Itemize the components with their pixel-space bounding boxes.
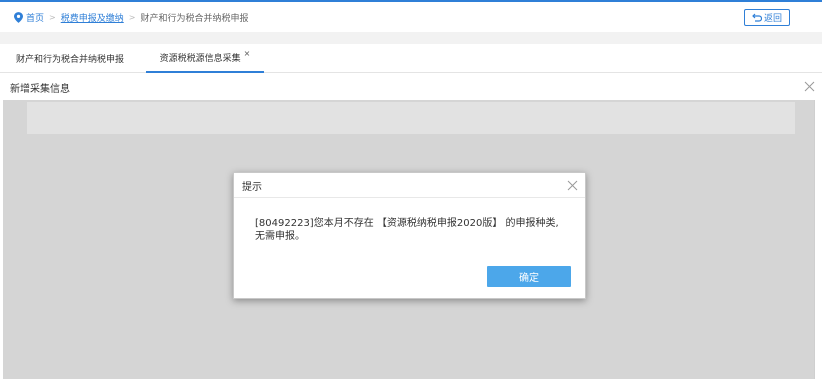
breadcrumb-home[interactable]: 首页 — [26, 11, 44, 24]
dialog-message: [80492223]您本月不存在 【资源税纳税申报2020版】 的申报种类, 无… — [255, 217, 575, 243]
tab-label: 财产和行为税合并纳税申报 — [16, 55, 125, 65]
breadcrumb: 首页 > 税费申报及缴纳 > 财产和行为税合并纳税申报 返回 — [0, 0, 822, 32]
breadcrumb-separator: > — [128, 12, 136, 22]
tab-close-icon[interactable]: × — [244, 49, 251, 58]
tab-property-tax-filing[interactable]: 财产和行为税合并纳税申报 — [16, 44, 124, 73]
breadcrumb-current: 财产和行为税合并纳税申报 — [140, 13, 249, 24]
close-icon[interactable] — [803, 80, 816, 93]
form-placeholder-strip — [27, 102, 795, 134]
return-arrow-icon — [752, 13, 762, 22]
tab-bar: 财产和行为税合并纳税申报 资源税税源信息采集 × — [0, 44, 822, 73]
dialog-title: 提示 — [242, 181, 262, 193]
panel-header: 新增采集信息 — [0, 74, 822, 100]
dialog-header: 提示 — [234, 173, 585, 198]
close-icon[interactable] — [567, 180, 578, 191]
scrollbar-track[interactable] — [814, 100, 822, 379]
dialog-message-line: 无需申报。 — [255, 231, 305, 242]
tab-resource-tax-collection[interactable]: 资源税税源信息采集 × — [146, 44, 264, 73]
header-gap — [0, 32, 822, 44]
alert-dialog: 提示 [80492223]您本月不存在 【资源税纳税申报2020版】 的申报种类… — [233, 172, 586, 299]
panel-title: 新增采集信息 — [10, 83, 70, 95]
breadcrumb-separator: > — [49, 12, 56, 22]
back-button-label: 返回 — [763, 14, 782, 24]
tab-label: 资源税税源信息采集 — [159, 54, 241, 64]
dialog-message-line: [80492223]您本月不存在 【资源税纳税申报2020版】 的申报种类, — [255, 218, 559, 229]
breadcrumb-link-tax-filing[interactable]: 税费申报及缴纳 — [61, 11, 124, 24]
confirm-button[interactable]: 确定 — [487, 266, 571, 287]
back-button[interactable]: 返回 — [744, 9, 790, 26]
location-pin-icon — [14, 11, 23, 23]
